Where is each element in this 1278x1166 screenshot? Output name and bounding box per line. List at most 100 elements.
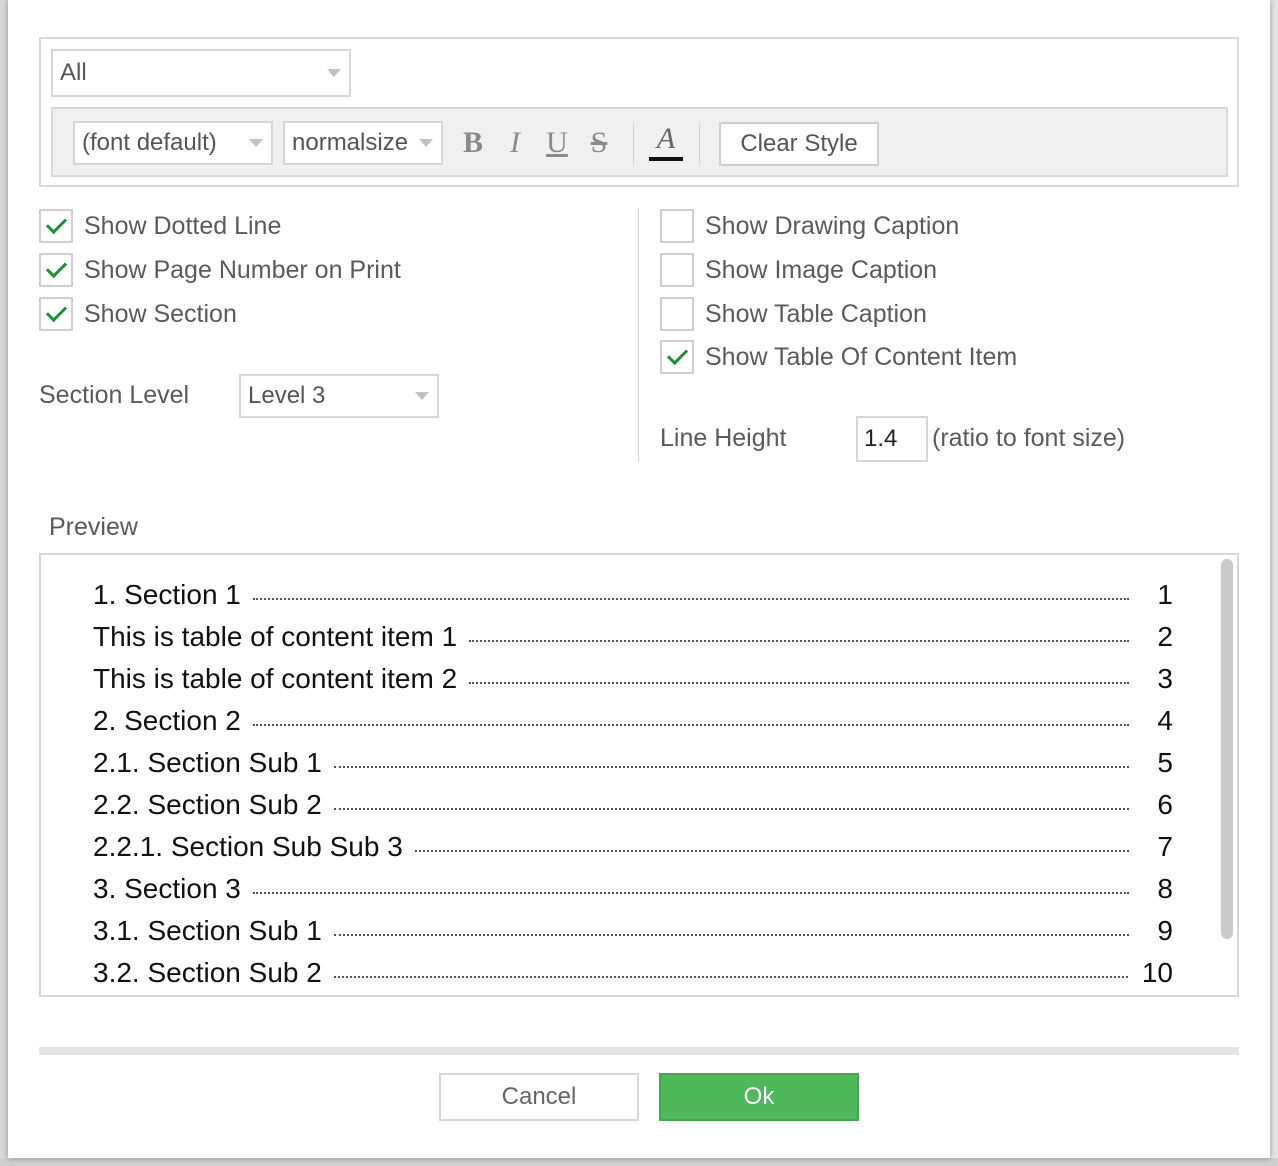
option-label: Show Drawing Caption [705,211,960,240]
dotted-leader [469,682,1129,684]
toc-entry-title: 3.2. Section Sub 2 [93,957,322,988]
dotted-leader [333,766,1129,768]
option-label: Show Image Caption [705,255,938,284]
option-label: Show Section [84,299,237,328]
line-height-input[interactable]: 1.4 [856,416,928,462]
underline-button[interactable]: U [539,123,575,163]
toc-entry-page: 8 [1157,873,1173,904]
checkbox[interactable] [39,297,73,331]
strikethrough-button[interactable]: S [581,123,617,163]
toc-entry: 3. Section 3 8 [93,873,1173,915]
toc-entry-page: 10 [1141,957,1173,988]
toc-entry-title: 2. Section 2 [93,705,241,736]
toc-entry: 3.1. Section Sub 1 9 [93,915,1173,957]
option-label: Show Page Number on Print [84,255,401,284]
toc-entry: 2. Section 2 4 [93,705,1173,747]
toc-entry-page: 9 [1157,915,1173,946]
option-show-drawing-caption[interactable]: Show Drawing Caption [660,209,959,243]
option-label: Show Table Of Content Item [705,342,1018,371]
toc-entry: 2.2. Section Sub 2 6 [93,789,1173,831]
toc-settings-dialog: All (font default) normalsize B I U S A … [8,0,1270,1158]
section-level-value: Level 3 [248,382,326,409]
dotted-leader [252,724,1129,726]
preview-scrollbar[interactable] [1221,559,1233,939]
toc-entry: This is table of content item 1 2 [93,621,1173,663]
dotted-leader [252,892,1129,894]
format-toolbar: (font default) normalsize B I U S A Clea… [51,107,1228,177]
style-panel: All (font default) normalsize B I U S A … [39,37,1239,187]
font-family-value: (font default) [82,129,217,156]
toc-entry: 1. Section 1 1 [93,579,1173,621]
option-label: Show Dotted Line [84,211,282,240]
dotted-leader [469,640,1129,642]
line-height-label: Line Height [660,424,787,452]
dotted-leader [252,598,1129,600]
chevron-down-icon [249,139,263,147]
style-target-value: All [60,59,87,86]
option-show-table-caption[interactable]: Show Table Caption [660,297,927,331]
option-show-section[interactable]: Show Section [39,297,237,331]
toc-entry-page: 1 [1157,579,1173,610]
dotted-leader [333,934,1129,936]
toc-entry: This is table of content item 2 3 [93,663,1173,705]
toc-entry-title: 3.1. Section Sub 1 [93,915,322,946]
toc-entry: 2.1. Section Sub 1 5 [93,747,1173,789]
dotted-leader [414,850,1129,852]
chevron-down-icon [419,139,433,147]
line-height-value: 1.4 [864,425,898,452]
section-level-label: Section Level [39,381,190,409]
italic-button[interactable]: I [497,123,533,163]
checkbox[interactable] [660,209,694,243]
toc-entry: 3.2. Section Sub 2 10 [93,957,1173,995]
checkbox[interactable] [660,340,694,374]
chevron-down-icon [327,69,341,77]
ok-button[interactable]: Ok [659,1073,859,1121]
option-label: Show Table Caption [705,299,927,328]
toc-entry-title: This is table of content item 1 [93,621,458,652]
dotted-leader [333,976,1128,978]
toc-entry-page: 5 [1157,747,1173,778]
toc-entry-page: 4 [1157,705,1173,736]
toolbar-divider [699,123,700,165]
option-show-dotted-line[interactable]: Show Dotted Line [39,209,281,243]
option-show-image-caption[interactable]: Show Image Caption [660,253,937,287]
text-color-button[interactable]: A [647,121,685,165]
toc-entry-title: 2.2. Section Sub 2 [93,789,322,820]
toc-entry-page: 3 [1157,663,1173,694]
color-swatch-bar [649,157,683,161]
toc-entry-title: 1. Section 1 [93,579,241,610]
bold-button[interactable]: B [455,123,491,163]
toc-entry: 2.2.1. Section Sub Sub 3 7 [93,831,1173,873]
line-height-hint: (ratio to font size) [932,424,1126,452]
toc-entry-title: 3. Section 3 [93,873,241,904]
text-color-icon: A [656,122,676,155]
checkbox[interactable] [660,297,694,331]
footer-divider [39,1047,1239,1055]
toc-entry-title: This is table of content item 2 [93,663,458,694]
backdrop [1270,0,1278,1166]
backdrop-bottom [0,1158,1278,1166]
font-size-value: normalsize [292,129,409,156]
preview-pane[interactable]: 1. Section 1 1 This is table of content … [39,553,1239,997]
preview-label: Preview [49,513,138,541]
toc-entry-title: 2.1. Section Sub 1 [93,747,322,778]
cancel-button[interactable]: Cancel [439,1073,639,1121]
toc-entry-page: 2 [1157,621,1173,652]
option-show-page-number[interactable]: Show Page Number on Print [39,253,401,287]
toc-entry-page: 7 [1157,831,1173,862]
option-show-toc-item[interactable]: Show Table Of Content Item [660,340,1017,374]
clear-style-button[interactable]: Clear Style [719,122,879,166]
checkbox[interactable] [39,253,73,287]
font-family-select[interactable]: (font default) [73,121,273,165]
toc-entry-page: 6 [1157,789,1173,820]
style-target-select[interactable]: All [51,49,351,97]
column-divider [638,208,639,462]
toc-entry-title: 2.2.1. Section Sub Sub 3 [93,831,403,862]
checkbox[interactable] [660,253,694,287]
toolbar-divider [633,123,634,165]
font-size-select[interactable]: normalsize [283,121,443,165]
section-level-select[interactable]: Level 3 [239,374,439,418]
checkbox[interactable] [39,209,73,243]
dotted-leader [333,808,1129,810]
chevron-down-icon [415,392,429,400]
